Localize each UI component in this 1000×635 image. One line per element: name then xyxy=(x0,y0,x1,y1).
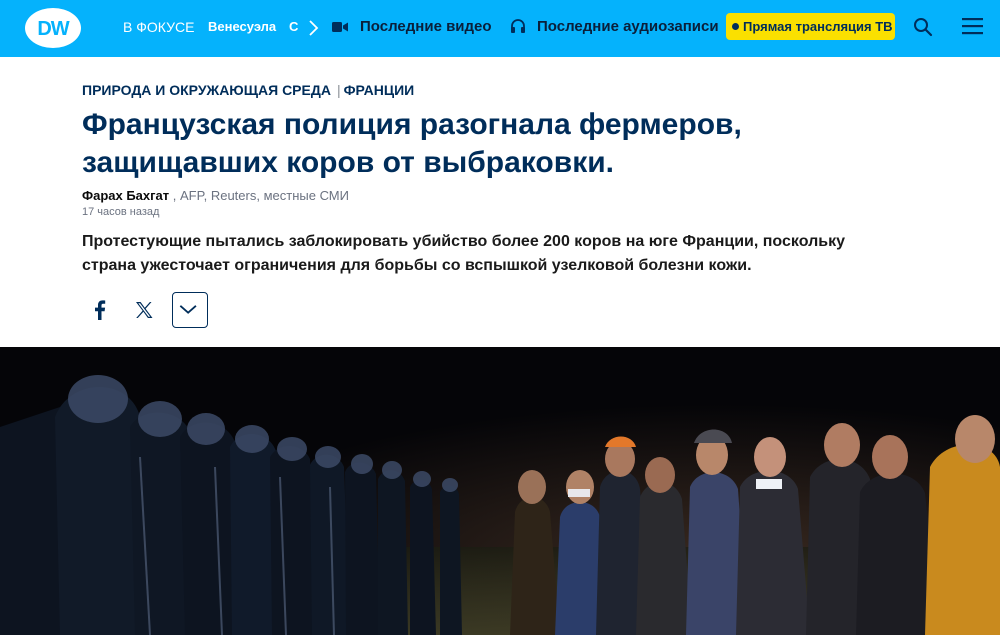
nav-topic-venezuela[interactable]: Венесуэла xyxy=(208,0,276,57)
nav-focus-label: В ФОКУСЕ xyxy=(123,19,195,35)
region-link[interactable]: ФРАНЦИИ xyxy=(344,82,415,98)
nav-latest-videos[interactable]: Последние видео xyxy=(360,0,492,57)
search-icon[interactable] xyxy=(913,17,933,37)
live-tv-button[interactable]: Прямая трансляция ТВ xyxy=(726,13,895,40)
share-more-button[interactable] xyxy=(172,292,208,328)
nav-topic-truncated[interactable]: С xyxy=(289,0,298,57)
menu-icon[interactable] xyxy=(962,17,983,35)
article-lead: Протестующие пытались заблокировать убий… xyxy=(82,233,845,274)
video-camera-icon xyxy=(332,22,348,32)
dw-logo[interactable]: DW xyxy=(24,7,82,49)
hero-photo-illustration xyxy=(0,347,1000,635)
byline: Фарах Бахгат , AFP, Reuters, местные СМИ xyxy=(82,188,349,203)
chevron-right-icon[interactable] xyxy=(306,19,320,37)
logo-text: DW xyxy=(37,18,69,40)
chevron-down-icon xyxy=(179,305,197,314)
kicker-separator: | xyxy=(336,82,341,98)
article-kicker: ПРИРОДА И ОКРУЖАЮЩАЯ СРЕДА | ФРАНЦИИ xyxy=(82,82,414,98)
hero-photo xyxy=(0,347,1000,635)
live-dot-icon xyxy=(732,23,739,30)
nav-latest-audio[interactable]: Последние аудиозаписи xyxy=(537,0,719,57)
live-tv-label: Прямая трансляция ТВ xyxy=(743,19,893,34)
x-icon[interactable] xyxy=(132,298,156,322)
category-link[interactable]: ПРИРОДА И ОКРУЖАЮЩАЯ СРЕДА xyxy=(82,82,331,98)
publish-time: 17 часов назад xyxy=(82,206,160,218)
author-link[interactable]: Фарах Бахгат xyxy=(82,188,169,203)
article-headline: Французская полиция разогнала фермеров, … xyxy=(82,108,742,179)
facebook-icon[interactable] xyxy=(86,296,114,324)
top-navigation: DW В ФОКУСЕ Венесуэла С Последние видео … xyxy=(0,0,1000,57)
headphones-icon xyxy=(511,19,525,33)
sources-text: , AFP, Reuters, местные СМИ xyxy=(172,188,349,203)
